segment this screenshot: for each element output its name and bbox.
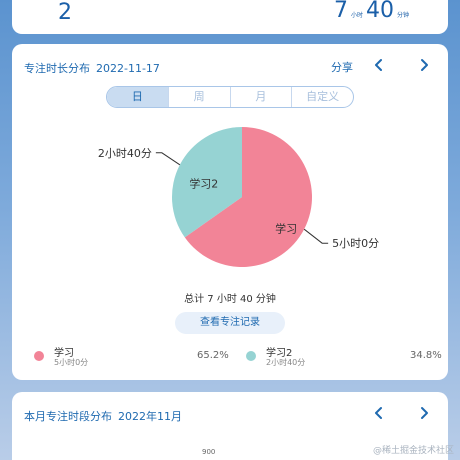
pie-slice-name: 学习 — [275, 222, 297, 236]
legend-duration: 2小时40分 — [266, 358, 306, 367]
legend-dot-study — [34, 351, 44, 361]
pie-leader-line — [155, 152, 181, 166]
summary-hours-unit: 小时 — [350, 12, 363, 19]
focus-pie-chart: 学习 5小时0分 学习2 2小时40分 — [12, 114, 448, 284]
share-button[interactable]: 分享 — [331, 59, 353, 75]
tab-custom[interactable]: 自定义 — [292, 87, 353, 107]
card-date: 2022-11-17 — [96, 62, 160, 75]
legend-percent: 34.8% — [410, 350, 442, 361]
summary-count: 2 — [58, 0, 72, 25]
legend-percent: 65.2% — [197, 350, 229, 361]
tab-day[interactable]: 日 — [107, 87, 169, 107]
legend-dot-study2 — [246, 351, 256, 361]
card-title-text: 本月专注时段分布 — [24, 410, 112, 423]
pie-slice-duration: 2小时40分 — [98, 147, 152, 160]
summary-hours: 7 — [333, 0, 348, 23]
pie-leader-line — [303, 228, 329, 244]
chevron-right-icon[interactable] — [415, 56, 433, 74]
pie-svg: 学习 5小时0分 学习2 2小时40分 — [98, 127, 379, 267]
tab-month[interactable]: 月 — [231, 87, 293, 107]
watermark: @稀土掘金技术社区 — [372, 446, 454, 456]
total-duration: 总计 7 小时 40 分钟 — [184, 294, 276, 305]
pie-slice-duration: 5小时0分 — [332, 237, 379, 250]
view-records-button[interactable]: 查看专注记录 — [175, 312, 285, 334]
summary-duration: 7 小时 40 分钟 — [334, 0, 412, 23]
card-month: 2022年11月 — [118, 410, 182, 423]
legend-item-study: 学习 5小时0分 65.2% — [34, 344, 234, 370]
card-title: 专注时长分布 2022-11-17 — [24, 60, 160, 76]
focus-distribution-card: 专注时长分布 2022-11-17 分享 日 周 月 自定义 学习 5小时0分 学习2… — [12, 44, 448, 380]
legend-duration: 5小时0分 — [54, 358, 89, 367]
chevron-left-icon[interactable] — [370, 56, 388, 74]
card-title-text: 专注时长分布 — [24, 62, 90, 75]
summary-card: 2 7 小时 40 分钟 — [12, 0, 448, 34]
card-title: 本月专注时段分布 2022年11月 — [24, 408, 182, 424]
summary-minutes: 40 — [365, 0, 394, 23]
legend-item-study2: 学习2 2小时40分 34.8% — [246, 344, 442, 370]
chevron-left-icon[interactable] — [370, 404, 388, 422]
summary-minutes-unit: 分钟 — [396, 12, 409, 19]
tab-week[interactable]: 周 — [169, 87, 231, 107]
chevron-right-icon[interactable] — [415, 404, 433, 422]
pie-slice-name: 学习2 — [189, 176, 218, 190]
y-axis-tick: 900 — [202, 448, 216, 456]
range-tabs: 日 周 月 自定义 — [106, 86, 354, 108]
